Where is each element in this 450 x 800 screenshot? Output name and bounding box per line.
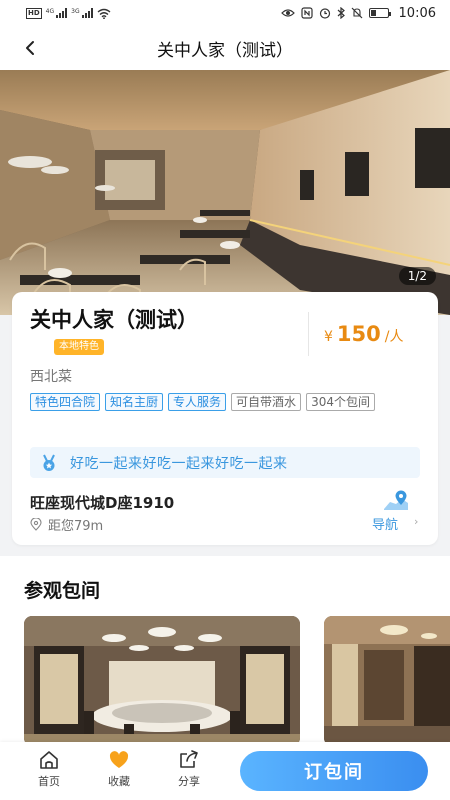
bottom-action-bar: 首页 收藏 分享 订包间 xyxy=(0,742,450,800)
tag-dedicated-service: 专人服务 xyxy=(168,393,227,411)
image-counter: 1/2 xyxy=(398,267,436,285)
hd-icon: HD xyxy=(26,7,42,19)
price-divider xyxy=(308,312,309,356)
feature-tags: 特色四合院 知名主厨 专人服务 可自带酒水 304个包间 xyxy=(30,393,390,411)
page-title: 关中人家（测试） xyxy=(157,40,293,61)
navigation-label: 导航 xyxy=(372,518,399,533)
heart-icon xyxy=(109,751,129,768)
share-icon xyxy=(180,750,198,768)
restaurant-photo xyxy=(0,70,450,315)
distance-text: 距您79m xyxy=(48,519,104,534)
price-value: 150 xyxy=(336,322,381,346)
price-currency: ¥ xyxy=(324,329,333,345)
location-pin-icon xyxy=(30,518,42,531)
local-specialty-badge: 本地特色 xyxy=(54,339,104,355)
signal-3g-icon: 3G xyxy=(71,8,93,18)
banquet-room-photo xyxy=(24,616,300,746)
battery-icon xyxy=(368,8,391,18)
room-photo-1[interactable] xyxy=(24,616,300,746)
private-rooms-section: 参观包间 xyxy=(0,556,450,756)
slogan-text: 好吃一起来好吃一起来好吃一起来 xyxy=(70,455,288,472)
nav-bar: 关中人家（测试） xyxy=(0,26,450,70)
tag-courtyard: 特色四合院 xyxy=(30,393,101,411)
tag-byo-wine: 可自带酒水 xyxy=(231,393,302,411)
restaurant-name: 关中人家（测试） 本地特色 xyxy=(30,306,230,362)
alarm-icon xyxy=(319,8,330,19)
room-photo-2[interactable] xyxy=(324,616,450,746)
book-room-button[interactable]: 订包间 xyxy=(240,751,428,791)
status-time: 10:06 xyxy=(398,5,436,21)
price-unit: /人 xyxy=(384,329,404,345)
distance-info: 距您79m xyxy=(30,515,103,534)
share-tab[interactable]: 分享 xyxy=(169,750,209,789)
home-tab-label: 首页 xyxy=(38,775,60,788)
tag-room-count: 304个包间 xyxy=(306,393,375,411)
hero-image-carousel[interactable]: 1/2 xyxy=(0,70,450,315)
eye-icon xyxy=(280,9,295,17)
status-right: 10:06 xyxy=(280,5,436,21)
slogan-banner: 好吃一起来好吃一起来好吃一起来 xyxy=(30,447,420,478)
back-button[interactable] xyxy=(16,34,44,62)
favorite-tab[interactable]: 收藏 xyxy=(99,750,139,789)
restaurant-info-card: 关中人家（测试） 本地特色 ¥ 150 /人 西北菜 特色四合院 知名主厨 专人服… xyxy=(12,292,438,545)
cuisine-type: 西北菜 xyxy=(30,369,72,385)
chevron-left-icon xyxy=(26,41,34,55)
signal-4g-icon: 4G xyxy=(46,8,68,18)
wifi-icon xyxy=(97,8,111,19)
nfc-icon xyxy=(300,7,313,19)
chevron-right-icon: › xyxy=(414,515,419,528)
bluetooth-icon xyxy=(337,7,345,19)
status-left: HD 4G 3G xyxy=(26,7,111,19)
dining-room-photo xyxy=(324,616,450,746)
share-tab-label: 分享 xyxy=(178,775,200,788)
medal-icon xyxy=(43,454,55,471)
home-icon xyxy=(40,751,58,769)
restaurant-address: 旺座现代城D座1910 xyxy=(30,494,175,512)
restaurant-name-text: 关中人家（测试） xyxy=(30,308,198,332)
section-title: 参观包间 xyxy=(24,580,101,602)
map-navigation-icon xyxy=(384,490,408,510)
status-bar: HD 4G 3G 10:06 xyxy=(0,0,450,26)
home-tab[interactable]: 首页 xyxy=(29,750,69,789)
favorite-tab-label: 收藏 xyxy=(108,775,130,788)
mute-icon xyxy=(351,7,362,19)
navigation-button[interactable]: 导航 › xyxy=(370,488,430,533)
price-per-person: ¥ 150 /人 xyxy=(324,322,403,346)
tag-famous-chef: 知名主厨 xyxy=(105,393,164,411)
